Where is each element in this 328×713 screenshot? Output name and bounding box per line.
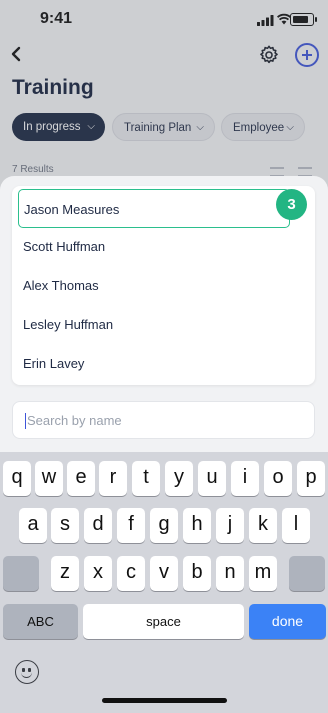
- text-cursor: [25, 413, 26, 429]
- search-field[interactable]: [12, 401, 315, 439]
- space-key[interactable]: space: [83, 604, 244, 639]
- key-y[interactable]: y: [165, 461, 193, 496]
- key-k[interactable]: k: [249, 508, 277, 543]
- employee-list: Jason Measures Scott Huffman Alex Thomas…: [12, 186, 315, 385]
- key-z[interactable]: z: [51, 556, 79, 591]
- key-m[interactable]: m: [249, 556, 277, 591]
- key-h[interactable]: h: [183, 508, 211, 543]
- list-item[interactable]: Alex Thomas: [12, 266, 315, 305]
- key-c[interactable]: c: [117, 556, 145, 591]
- emoji-icon[interactable]: [15, 660, 39, 684]
- backspace-key[interactable]: [289, 556, 325, 591]
- key-i[interactable]: i: [231, 461, 259, 496]
- key-u[interactable]: u: [198, 461, 226, 496]
- key-s[interactable]: s: [51, 508, 79, 543]
- key-t[interactable]: t: [132, 461, 160, 496]
- abc-key[interactable]: ABC: [3, 604, 78, 639]
- list-item[interactable]: Jason Measures: [18, 189, 290, 228]
- key-q[interactable]: q: [3, 461, 31, 496]
- key-g[interactable]: g: [150, 508, 178, 543]
- search-input[interactable]: [27, 402, 307, 438]
- key-l[interactable]: l: [282, 508, 310, 543]
- list-item[interactable]: Lesley Huffman: [12, 305, 315, 344]
- key-w[interactable]: w: [35, 461, 63, 496]
- step-badge: 3: [276, 189, 307, 220]
- key-x[interactable]: x: [84, 556, 112, 591]
- key-o[interactable]: o: [264, 461, 292, 496]
- home-indicator: [102, 698, 227, 703]
- key-j[interactable]: j: [216, 508, 244, 543]
- key-d[interactable]: d: [84, 508, 112, 543]
- key-e[interactable]: e: [67, 461, 95, 496]
- key-f[interactable]: f: [117, 508, 145, 543]
- done-key[interactable]: done: [249, 604, 326, 639]
- key-a[interactable]: a: [19, 508, 47, 543]
- key-v[interactable]: v: [150, 556, 178, 591]
- key-p[interactable]: p: [297, 461, 325, 496]
- list-item[interactable]: Erin Lavey: [12, 344, 315, 383]
- shift-key[interactable]: [3, 556, 39, 591]
- key-b[interactable]: b: [183, 556, 211, 591]
- key-n[interactable]: n: [216, 556, 244, 591]
- key-r[interactable]: r: [99, 461, 127, 496]
- list-item[interactable]: Scott Huffman: [12, 227, 315, 266]
